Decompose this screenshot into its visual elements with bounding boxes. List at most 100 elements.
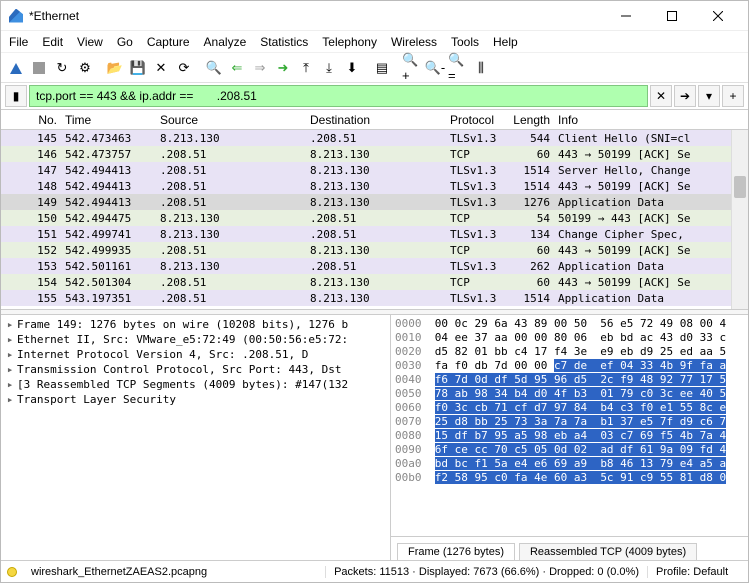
zoom-out-icon[interactable]: 🔍- — [424, 57, 446, 79]
expand-icon[interactable]: ▸ — [3, 318, 17, 331]
expand-icon[interactable]: ▸ — [3, 363, 17, 376]
hex-line[interactable]: 0090 6f ce cc 70 c5 05 0d 02 ad df 61 9a… — [395, 443, 744, 457]
menu-edit[interactable]: Edit — [42, 35, 63, 49]
filter-bar: ▮ ✕ ➔ ▾ + — [1, 83, 748, 109]
packet-list-header[interactable]: No. Time Source Destination Protocol Len… — [1, 110, 748, 130]
reload-icon[interactable]: ⟳ — [173, 57, 195, 79]
expand-icon[interactable]: ▸ — [3, 393, 17, 406]
display-filter-input[interactable] — [29, 85, 648, 107]
hex-line[interactable]: 0080 15 df b7 95 a5 98 eb a4 03 c7 69 f5… — [395, 429, 744, 443]
clear-filter-icon[interactable]: ✕ — [650, 85, 672, 107]
packet-scrollbar[interactable] — [731, 130, 748, 309]
packet-row[interactable]: 153542.501161 8.213.130 .208.51TLSv1.326… — [1, 258, 748, 274]
packet-row[interactable]: 149542.494413 .208.51 8.213.130TLSv1.312… — [1, 194, 748, 210]
menu-wireless[interactable]: Wireless — [391, 35, 437, 49]
hex-line[interactable]: 0020 d5 82 01 bb c4 17 f4 3e e9 eb d9 25… — [395, 345, 744, 359]
packet-bytes-pane[interactable]: 0000 00 0c 29 6a 43 89 00 50 56 e5 72 49… — [391, 315, 748, 536]
menu-file[interactable]: File — [9, 35, 28, 49]
packet-row[interactable]: 155543.197351 .208.51 8.213.130TLSv1.315… — [1, 290, 748, 306]
go-forward-icon[interactable]: ⇒ — [249, 57, 271, 79]
menu-telephony[interactable]: Telephony — [322, 35, 377, 49]
packet-row[interactable]: 148542.494413 .208.51 8.213.130TLSv1.315… — [1, 178, 748, 194]
zoom-in-icon[interactable]: 🔍+ — [401, 57, 423, 79]
hex-tabs: Frame (1276 bytes) Reassembled TCP (4009… — [391, 536, 748, 560]
packet-list-pane: No. Time Source Destination Protocol Len… — [1, 109, 748, 309]
tree-item[interactable]: ▸Internet Protocol Version 4, Src: .208.… — [3, 347, 388, 362]
zoom-reset-icon[interactable]: 🔍= — [447, 57, 469, 79]
capture-options-icon[interactable]: ⚙ — [74, 57, 96, 79]
packet-row[interactable]: 154542.501304 .208.51 8.213.130TCP60443 … — [1, 274, 748, 290]
restart-capture-icon[interactable]: ↻ — [51, 57, 73, 79]
find-icon[interactable]: 🔍 — [203, 57, 225, 79]
hex-line[interactable]: 00b0 f2 58 95 c0 fa 4e 60 a3 5c 91 c9 55… — [395, 471, 744, 485]
packet-row[interactable]: 151542.499741 8.213.130 .208.51TLSv1.313… — [1, 226, 748, 242]
status-bar: wireshark_EthernetZAEAS2.pcapng Packets:… — [1, 560, 748, 582]
menu-tools[interactable]: Tools — [451, 35, 479, 49]
stop-capture-icon[interactable] — [28, 57, 50, 79]
tree-item[interactable]: ▸Transport Layer Security — [3, 392, 388, 407]
hex-line[interactable]: 0030 fa f0 db 7d 00 00 c7 de ef 04 33 4b… — [395, 359, 744, 373]
hex-line[interactable]: 0010 04 ee 37 aa 00 00 80 06 eb bd ac 43… — [395, 331, 744, 345]
packet-row[interactable]: 152542.499935 .208.51 8.213.130TCP60443 … — [1, 242, 748, 258]
packet-row[interactable]: 146542.473757 .208.51 8.213.130TCP60443 … — [1, 146, 748, 162]
col-info[interactable]: Info — [554, 112, 748, 128]
menu-statistics[interactable]: Statistics — [260, 35, 308, 49]
col-time[interactable]: Time — [61, 112, 156, 128]
tree-item[interactable]: ▸[3 Reassembled TCP Segments (4009 bytes… — [3, 377, 388, 392]
expert-info-icon[interactable] — [7, 567, 17, 577]
packet-row[interactable]: 147542.494413 .208.51 8.213.130TLSv1.315… — [1, 162, 748, 178]
hex-line[interactable]: 0040 f6 7d 0d df 5d 95 96 d5 2c f9 48 92… — [395, 373, 744, 387]
hex-line[interactable]: 0000 00 0c 29 6a 43 89 00 50 56 e5 72 49… — [395, 317, 744, 331]
col-proto[interactable]: Protocol — [446, 112, 506, 128]
col-dest[interactable]: Destination — [306, 112, 446, 128]
tree-item[interactable]: ▸Ethernet II, Src: VMware_e5:72:49 (00:5… — [3, 332, 388, 347]
hex-line[interactable]: 0050 78 ab 98 34 b4 d0 4f b3 01 79 c0 3c… — [395, 387, 744, 401]
tab-reassembled[interactable]: Reassembled TCP (4009 bytes) — [519, 543, 697, 560]
main-toolbar: ↻ ⚙ 📂 💾 ✕ ⟳ 🔍 ⇐ ⇒ ➜ ⤒ ⤓ ⬇ ▤ 🔍+ 🔍- 🔍= ⫼ — [1, 53, 748, 83]
status-profile[interactable]: Profile: Default — [648, 566, 748, 578]
hex-line[interactable]: 0060 f0 3c cb 71 cf d7 97 84 b4 c3 f0 e1… — [395, 401, 744, 415]
menu-help[interactable]: Help — [493, 35, 518, 49]
expand-icon[interactable]: ▸ — [3, 333, 17, 346]
open-file-icon[interactable]: 📂 — [104, 57, 126, 79]
hex-line[interactable]: 0070 25 d8 bb 25 73 3a 7a 7a b1 37 e5 7f… — [395, 415, 744, 429]
filter-history-icon[interactable]: ▾ — [698, 85, 720, 107]
save-file-icon[interactable]: 💾 — [127, 57, 149, 79]
auto-scroll-icon[interactable]: ⬇ — [341, 57, 363, 79]
packet-details-pane[interactable]: ▸Frame 149: 1276 bytes on wire (10208 bi… — [1, 315, 391, 560]
menu-analyze[interactable]: Analyze — [204, 35, 247, 49]
first-packet-icon[interactable]: ⤒ — [295, 57, 317, 79]
col-len[interactable]: Length — [506, 112, 554, 128]
apply-filter-icon[interactable]: ➔ — [674, 85, 696, 107]
menu-bar: File Edit View Go Capture Analyze Statistics Te… — [1, 31, 748, 53]
menu-view[interactable]: View — [77, 35, 103, 49]
app-icon — [9, 9, 23, 23]
start-capture-icon[interactable] — [5, 57, 27, 79]
menu-go[interactable]: Go — [117, 35, 133, 49]
close-file-icon[interactable]: ✕ — [150, 57, 172, 79]
col-source[interactable]: Source — [156, 112, 306, 128]
go-back-icon[interactable]: ⇐ — [226, 57, 248, 79]
title-bar: *Ethernet — [1, 1, 748, 31]
last-packet-icon[interactable]: ⤓ — [318, 57, 340, 79]
maximize-button[interactable] — [650, 2, 694, 30]
status-packets[interactable]: Packets: 11513 · Displayed: 7673 (66.6%)… — [326, 566, 648, 578]
tab-frame[interactable]: Frame (1276 bytes) — [397, 543, 515, 560]
tree-item[interactable]: ▸Transmission Control Protocol, Src Port… — [3, 362, 388, 377]
packet-row[interactable]: 150542.494475 8.213.130 .208.51TCP545019… — [1, 210, 748, 226]
add-filter-button[interactable]: + — [722, 85, 744, 107]
packet-row[interactable]: 145542.473463 8.213.130 .208.51TLSv1.354… — [1, 130, 748, 146]
colorize-icon[interactable]: ▤ — [371, 57, 393, 79]
bookmark-filter-icon[interactable]: ▮ — [5, 85, 27, 107]
go-to-packet-icon[interactable]: ➜ — [272, 57, 294, 79]
tree-item[interactable]: ▸Frame 149: 1276 bytes on wire (10208 bi… — [3, 317, 388, 332]
expand-icon[interactable]: ▸ — [3, 378, 17, 391]
expand-icon[interactable]: ▸ — [3, 348, 17, 361]
minimize-button[interactable] — [604, 2, 648, 30]
menu-capture[interactable]: Capture — [147, 35, 190, 49]
hex-line[interactable]: 00a0 bd bc f1 5a e4 e6 69 a9 b8 46 13 79… — [395, 457, 744, 471]
col-no[interactable]: No. — [1, 112, 61, 128]
close-button[interactable] — [696, 2, 740, 30]
status-file: wireshark_EthernetZAEAS2.pcapng — [23, 566, 326, 578]
resize-columns-icon[interactable]: ⫼ — [470, 57, 492, 79]
